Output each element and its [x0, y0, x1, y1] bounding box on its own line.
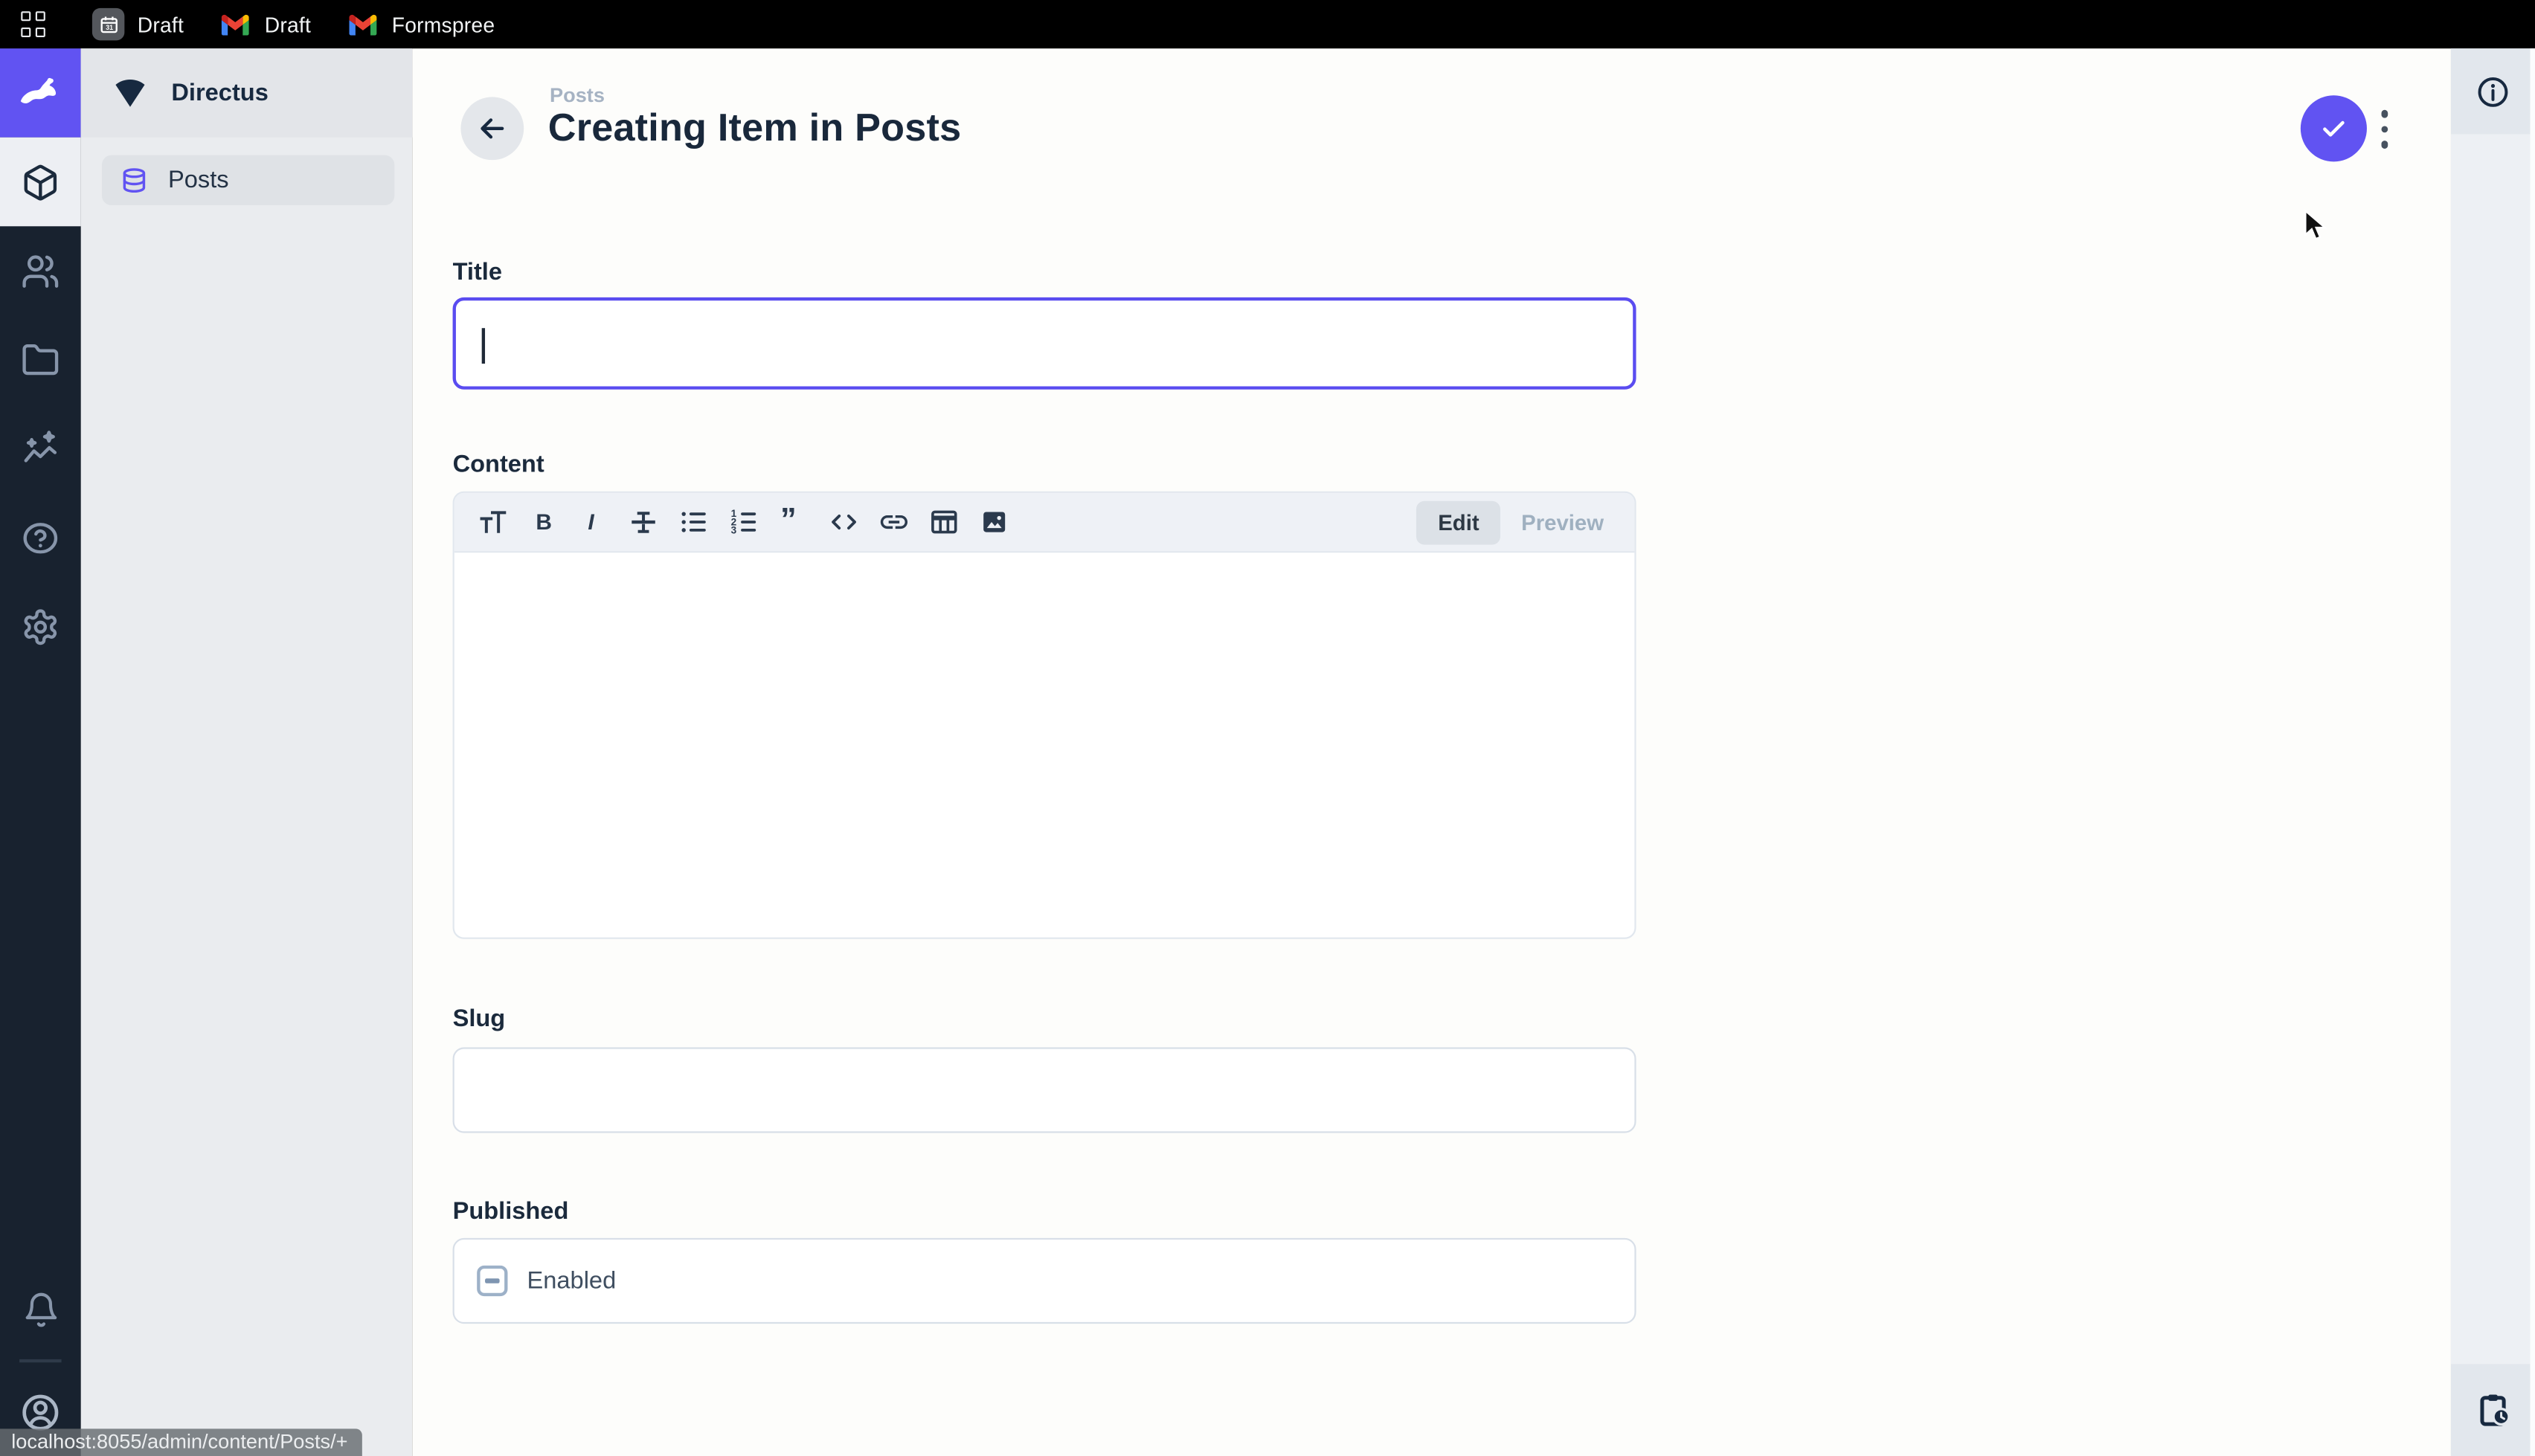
- folder-icon: [21, 341, 60, 379]
- project-name: Directus: [171, 80, 268, 107]
- main-content: Posts Creating Item in Posts Title Conte…: [412, 48, 2451, 1456]
- bullet-list-button[interactable]: [668, 500, 718, 545]
- ordered-list-button[interactable]: 123: [718, 500, 768, 545]
- help-icon: [21, 518, 60, 557]
- arrow-left-icon: [475, 112, 510, 146]
- user-avatar-icon: [19, 1391, 62, 1433]
- info-sidebar-button[interactable]: [2451, 48, 2535, 134]
- module-help[interactable]: [0, 493, 81, 582]
- directus-logo[interactable]: [0, 48, 81, 138]
- link-button[interactable]: [868, 500, 918, 545]
- info-icon: [2475, 74, 2511, 109]
- notifications-button[interactable]: [0, 1266, 81, 1355]
- browser-tab-formspree[interactable]: Formspree: [347, 8, 495, 40]
- slug-input[interactable]: [453, 1047, 1636, 1133]
- svg-text:31: 31: [105, 23, 112, 30]
- italic-button[interactable]: I: [568, 500, 617, 545]
- breadcrumb[interactable]: Posts: [550, 84, 605, 106]
- text-size-button[interactable]: [467, 500, 517, 545]
- image-button[interactable]: [968, 500, 1018, 545]
- svg-text:3: 3: [730, 525, 736, 536]
- sidebar-item-label: Posts: [168, 167, 229, 194]
- box-icon: [21, 162, 60, 201]
- markdown-editor: B I 123 ” Edit Preview: [453, 492, 1636, 939]
- check-icon: [2319, 113, 2349, 144]
- editor-toolbar: B I 123 ” Edit Preview: [454, 493, 1635, 553]
- users-icon: [21, 251, 60, 290]
- title-field-label: Title: [453, 259, 502, 286]
- black-diamond-icon: [112, 74, 149, 112]
- content-field-label: Content: [453, 451, 544, 478]
- right-sidebar: [2451, 48, 2535, 1456]
- project-header[interactable]: Directus: [81, 48, 413, 138]
- screen: 31 Draft Draft Formspree: [0, 0, 2535, 1456]
- editor-textarea[interactable]: [454, 553, 1635, 937]
- published-field: Enabled: [453, 1238, 1636, 1324]
- gmail-icon: [347, 8, 379, 40]
- module-bar-divider: [19, 1359, 62, 1362]
- tab-label: Draft: [138, 12, 184, 36]
- browser-tab-draft-calendar[interactable]: 31 Draft: [92, 8, 184, 40]
- published-field-label: Published: [453, 1198, 569, 1225]
- bold-button[interactable]: B: [518, 500, 568, 545]
- text-caret: [482, 328, 484, 364]
- browser-tab-strip: 31 Draft Draft Formspree: [0, 0, 2535, 48]
- module-content[interactable]: [0, 138, 81, 227]
- browser-tab-draft-gmail[interactable]: Draft: [219, 8, 311, 40]
- status-url-tooltip: localhost:8055/admin/content/Posts/+: [0, 1428, 362, 1456]
- calendar-icon: 31: [92, 8, 124, 40]
- edit-mode-button[interactable]: Edit: [1417, 500, 1500, 544]
- svg-text:B: B: [535, 510, 551, 535]
- svg-text:I: I: [587, 510, 594, 535]
- back-button[interactable]: [460, 97, 524, 160]
- insights-icon: [21, 429, 60, 468]
- table-button[interactable]: [919, 500, 968, 545]
- clipboard-clock-icon: [2474, 1391, 2511, 1428]
- module-users[interactable]: [0, 226, 81, 315]
- tab-grid-icon[interactable]: [21, 11, 47, 37]
- gmail-icon: [219, 8, 251, 40]
- blockquote-button[interactable]: ”: [768, 500, 817, 545]
- rabbit-icon: [16, 68, 65, 117]
- preview-mode-button[interactable]: Preview: [1500, 500, 1625, 544]
- strikethrough-button[interactable]: [617, 500, 667, 545]
- svg-text:”: ”: [780, 506, 796, 538]
- tab-label: Draft: [265, 12, 311, 36]
- slug-field-label: Slug: [453, 1005, 506, 1033]
- code-button[interactable]: [818, 500, 868, 545]
- more-options-button[interactable]: [2371, 97, 2397, 161]
- bell-icon: [22, 1292, 59, 1329]
- tab-label: Formspree: [392, 12, 495, 36]
- module-settings[interactable]: [0, 582, 81, 671]
- checkbox-label: Enabled: [527, 1267, 617, 1295]
- published-checkbox[interactable]: [477, 1266, 507, 1296]
- sidebar-item-posts[interactable]: Posts: [102, 155, 394, 205]
- module-insights[interactable]: [0, 404, 81, 493]
- gear-icon: [21, 607, 60, 645]
- module-bar: [0, 48, 81, 1456]
- database-icon: [120, 166, 149, 195]
- indeterminate-mark: [485, 1279, 500, 1283]
- revisions-sidebar-button[interactable]: [2451, 1364, 2535, 1456]
- collections-sidebar: Directus Posts: [81, 48, 413, 1456]
- page-title: Creating Item in Posts: [548, 106, 962, 152]
- module-files[interactable]: [0, 315, 81, 405]
- save-button[interactable]: [2301, 95, 2367, 161]
- title-input[interactable]: [453, 297, 1636, 390]
